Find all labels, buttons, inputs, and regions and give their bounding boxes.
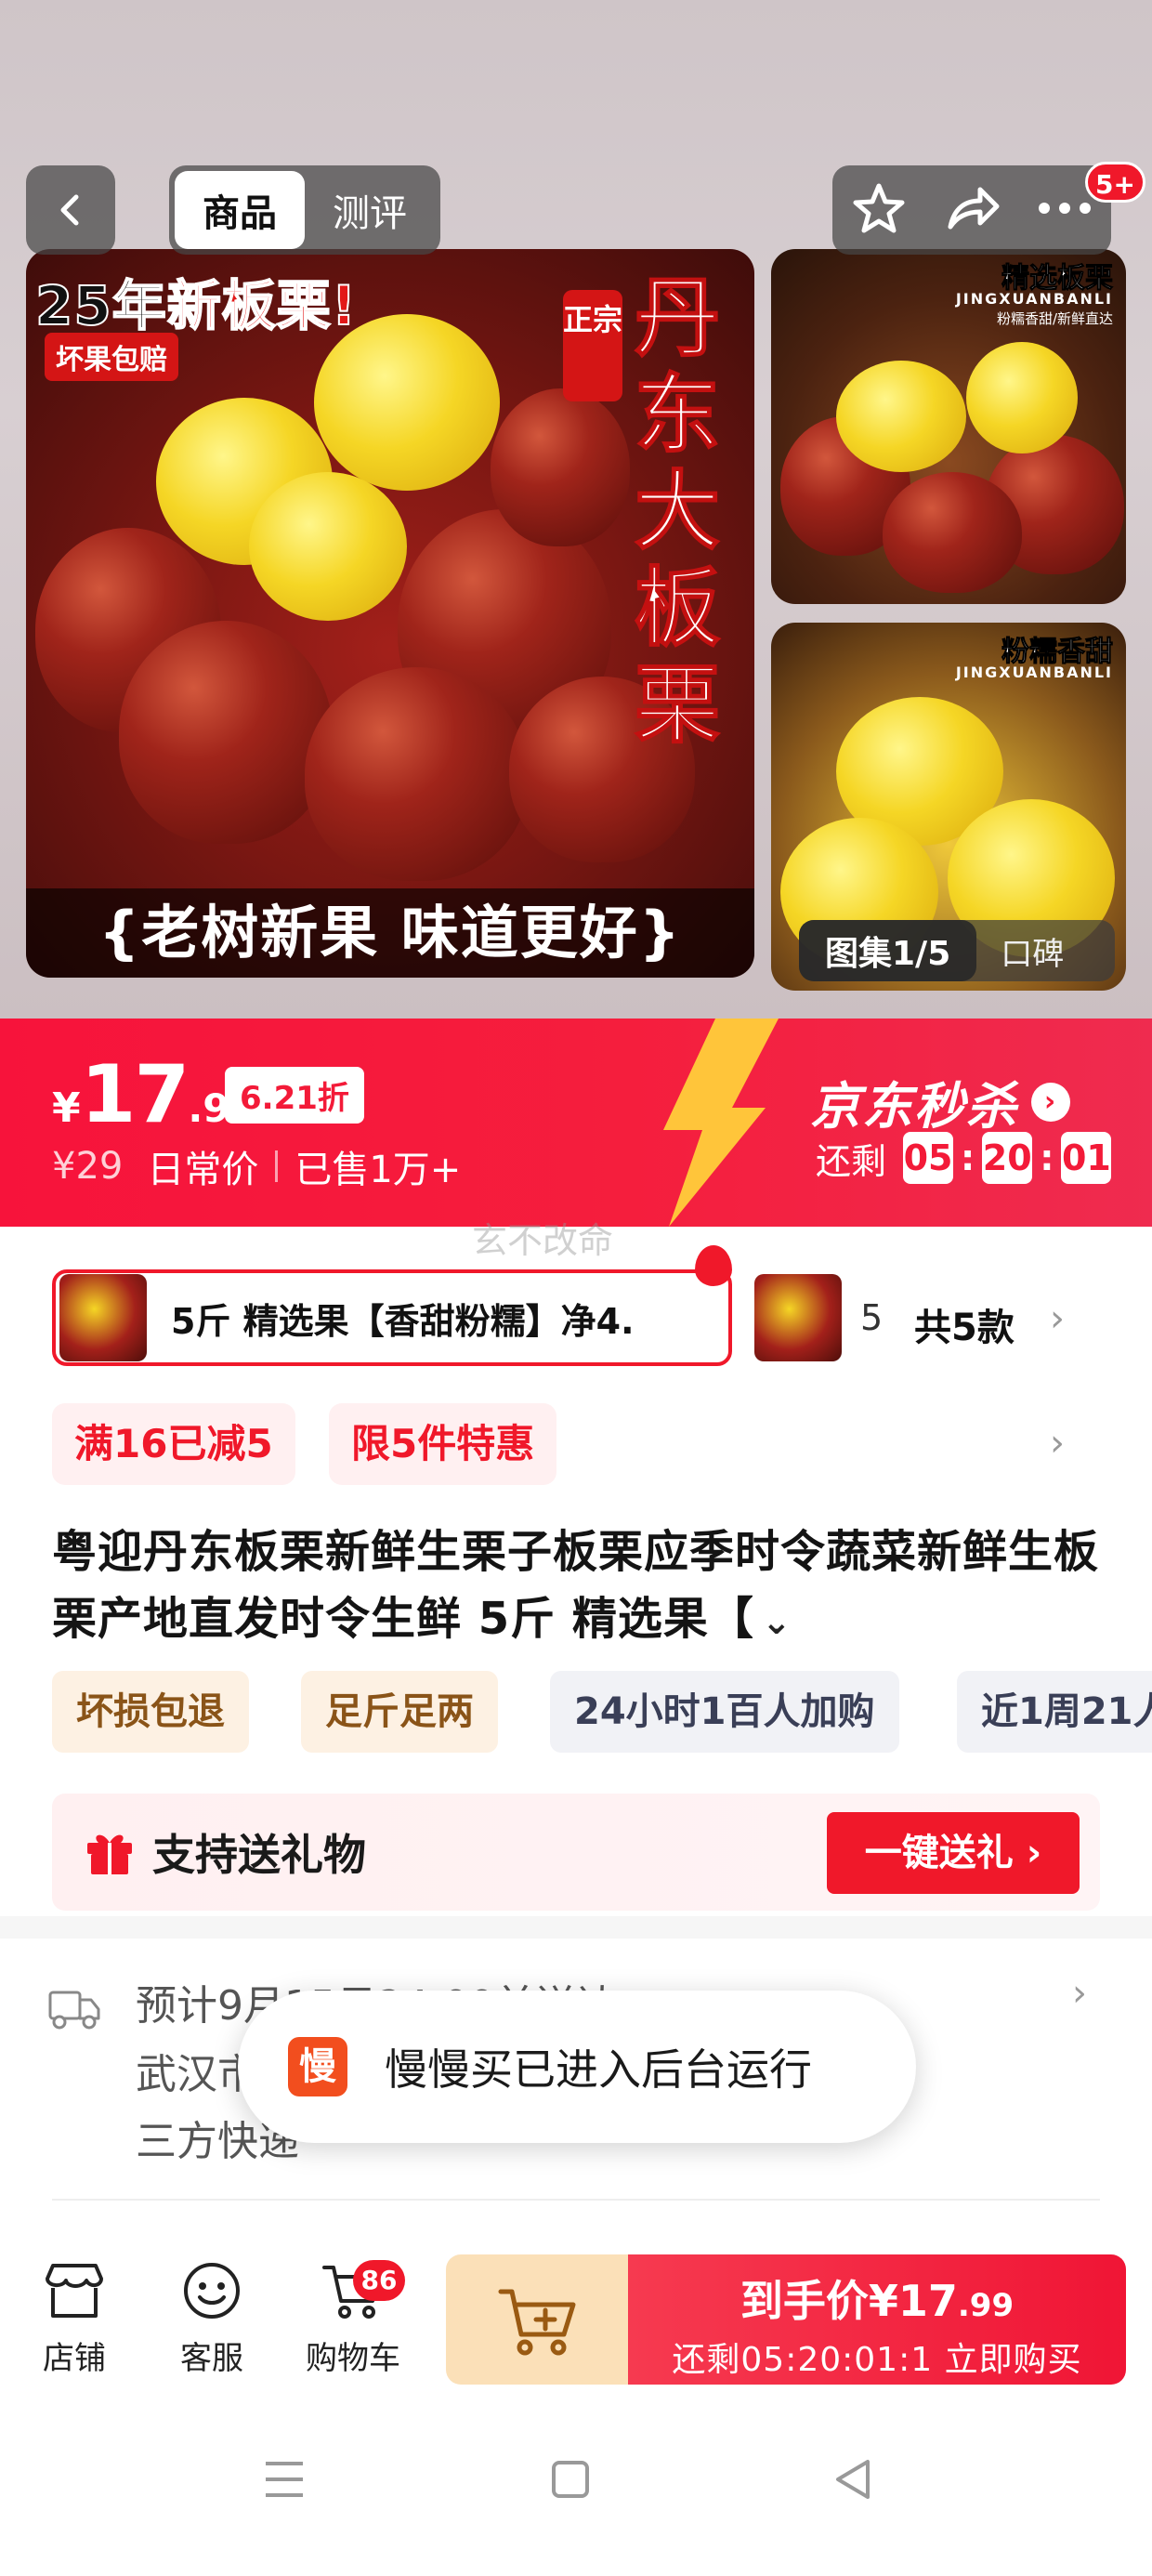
variant-option[interactable]: 5: [754, 1269, 892, 1366]
back-icon: [60, 194, 79, 226]
gallery-counter[interactable]: 图集1/5 口碑: [799, 920, 1115, 981]
feature-tag: 足斤足两: [301, 1671, 498, 1753]
tab-review[interactable]: 测评: [305, 171, 435, 249]
image-counter: 图集1/5: [799, 920, 977, 981]
chestnut-image-part: [305, 667, 528, 881]
countdown-minutes: 20: [982, 1132, 1033, 1184]
feature-tag: 24小时1百人加购: [550, 1671, 899, 1753]
feature-tag: 坏损包退: [52, 1671, 249, 1753]
main-vertical-title: 丹东大板栗: [634, 268, 721, 755]
back-nav-button[interactable]: [816, 2451, 890, 2507]
gift-icon: [84, 1826, 136, 1878]
chestnut-image-part: [491, 388, 630, 546]
feature-tag: 近1周21人: [957, 1671, 1152, 1753]
buy-now-price: 到手价¥17.99: [740, 2276, 1015, 2326]
hot-flame-icon: [695, 1245, 732, 1286]
home-nav-button[interactable]: [533, 2451, 608, 2507]
app-icon: 慢: [288, 2037, 347, 2096]
countdown-hours: 05: [903, 1132, 954, 1184]
chevron-down-icon[interactable]: ⌄: [762, 1601, 792, 1642]
star-icon: [853, 183, 905, 233]
chevron-right-icon: ›: [1072, 1972, 1087, 2015]
message-badge: 5+: [1085, 162, 1145, 203]
chevron-right-icon[interactable]: ›: [1050, 1422, 1065, 1465]
chestnut-image-part: [119, 621, 333, 844]
square-icon: [552, 2461, 589, 2498]
chevron-right-icon: ›: [1031, 1082, 1070, 1122]
truck-icon: [48, 1991, 100, 2030]
shop-button[interactable]: 店铺: [19, 2258, 130, 2378]
side1-subtitle-en: JINGXUANBANLI: [955, 290, 1113, 308]
price-banner: ¥17.99 6.21折 ¥29 日常价 已售1万+ 京东秒杀 › 还剩 05 …: [0, 1019, 1152, 1227]
triangle-back-icon: [836, 2460, 870, 2499]
variant-selected[interactable]: 5斤 精选果【香甜粉糯】净4.: [52, 1269, 732, 1366]
buy-now-subtitle: 还剩05:20:01:1 立即购买: [672, 2341, 1082, 2379]
daily-price-label: 日常价: [147, 1149, 259, 1191]
kernel-image-part: [314, 314, 500, 491]
gallery-thumb-1[interactable]: 精选板栗 JINGXUANBANLI 粉糯香甜/新鲜直达: [771, 249, 1126, 604]
variant-thumbnail: [754, 1274, 842, 1361]
divider: [52, 2199, 1100, 2201]
variant-label: 5斤 精选果【香甜粉糯】净4.: [171, 1300, 635, 1342]
discount-badge: 6.21折: [225, 1067, 364, 1124]
promo-tag[interactable]: 限5件特惠: [329, 1403, 557, 1485]
divider: [275, 1150, 279, 1182]
chat-icon: [156, 2258, 268, 2323]
more-icon: [1039, 203, 1092, 214]
product-title[interactable]: 粤迎丹东板栗新鲜生栗子板栗应季时令蔬菜新鲜生板栗产地直发时令生鲜 5斤 精选果【…: [52, 1518, 1111, 1655]
product-gallery[interactable]: 25年新板栗! 坏果包赔 正宗 丹东大板栗 {老树新果 味道更好} 精选板栗 J…: [0, 0, 1152, 1019]
kernel-image-part: [249, 472, 407, 621]
share-button[interactable]: [943, 180, 1001, 240]
countdown-label: 还剩: [816, 1140, 887, 1182]
menu-icon: [266, 2462, 303, 2497]
side2-subtitle-en: JINGXUANBANLI: [955, 664, 1113, 681]
authentic-stamp: 正宗: [563, 290, 622, 401]
add-cart-icon: [498, 2289, 576, 2356]
variant-label: 5: [860, 1297, 884, 1338]
share-icon: [948, 187, 1000, 230]
seckill-link[interactable]: 京东秒杀 ›: [810, 1065, 1070, 1138]
system-nav-bar: [0, 2386, 1152, 2576]
chevron-right-icon[interactable]: ›: [1050, 1297, 1065, 1340]
variant-count[interactable]: 共5款: [914, 1297, 1015, 1351]
side1-subtitle: 粉糯香甜/新鲜直达: [996, 310, 1113, 327]
more-button[interactable]: [1037, 199, 1093, 221]
send-gift-button[interactable]: 一键送礼 ›: [827, 1812, 1080, 1894]
toast: 慢 慢慢买已进入后台运行: [238, 1991, 916, 2143]
gallery-main-image[interactable]: 25年新板栗! 坏果包赔 正宗 丹东大板栗 {老树新果 味道更好}: [26, 249, 754, 978]
cart-badge: 86: [353, 2260, 405, 2301]
chestnut-image-part: [883, 472, 1022, 593]
back-button[interactable]: [26, 165, 115, 255]
sold-count: 已售1万+: [295, 1149, 462, 1191]
bad-fruit-guarantee-tag: 坏果包赔: [45, 333, 178, 381]
countdown-seconds: 01: [1061, 1132, 1112, 1184]
daily-price-row: ¥29 日常价 已售1万+: [52, 1139, 461, 1193]
countdown: 还剩 05 : 20 : 01: [816, 1132, 1112, 1184]
gift-bar: 支持送礼物 一键送礼 ›: [52, 1794, 1100, 1911]
top-actions: [832, 165, 1111, 255]
promo-tag[interactable]: 满16已减5: [52, 1403, 295, 1485]
daily-price: ¥29: [52, 1145, 124, 1188]
buy-now-button[interactable]: 到手价¥17.99 还剩05:20:01:1 立即购买: [628, 2254, 1126, 2385]
variant-thumbnail: [59, 1274, 147, 1361]
favorite-button[interactable]: [851, 180, 907, 240]
customer-service-button[interactable]: 客服: [156, 2258, 268, 2378]
watermark: 玄不改命: [472, 1220, 614, 1261]
shop-icon: [19, 2258, 130, 2323]
gift-label: 支持送礼物: [152, 1830, 366, 1880]
lightning-icon: [663, 1019, 779, 1227]
tab-product[interactable]: 商品: [175, 171, 305, 249]
main-headline: 25年新板栗!: [34, 273, 358, 338]
reviews-tab[interactable]: 口碑: [976, 928, 1064, 974]
menu-nav-button[interactable]: [247, 2451, 321, 2507]
kernel-image-part: [966, 342, 1078, 453]
top-tabs: 商品 测评: [169, 165, 440, 255]
kernel-image-part: [836, 361, 966, 472]
add-to-cart-button[interactable]: [446, 2254, 628, 2385]
toast-message: 慢慢买已进入后台运行: [385, 2044, 812, 2095]
main-slogan: {老树新果 味道更好}: [26, 888, 754, 978]
